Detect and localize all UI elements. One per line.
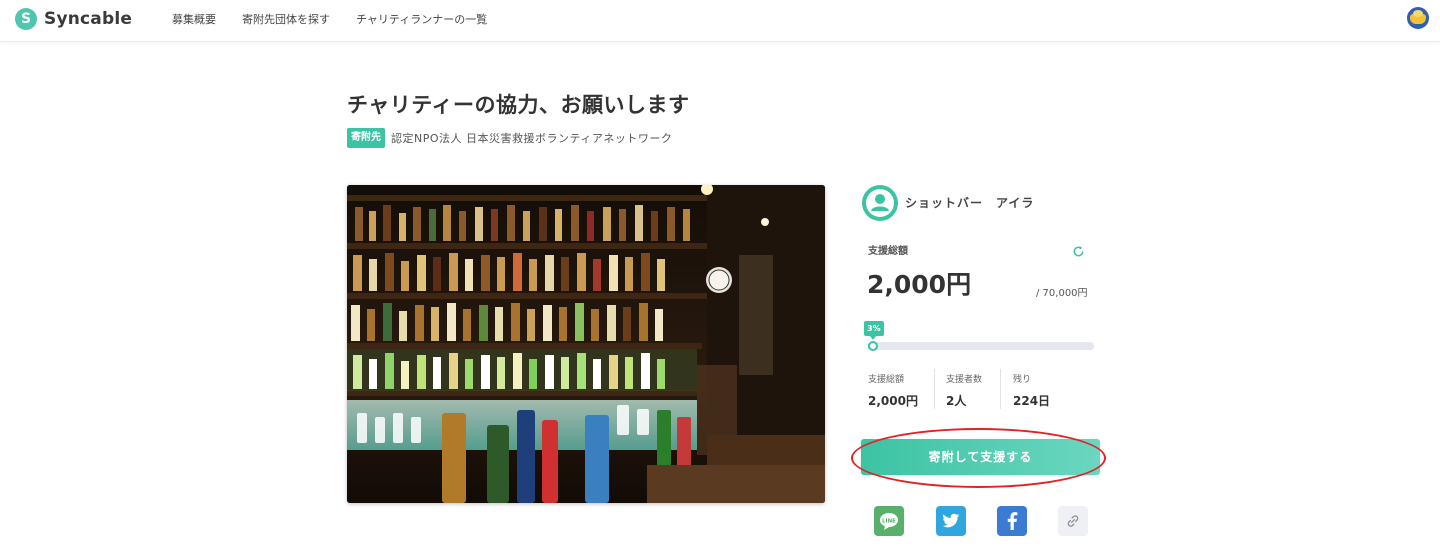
line-icon: LINE <box>880 513 898 530</box>
page-title: チャリティーの協力、お願いします <box>347 93 690 117</box>
stat-supporter-count: 支援者数 2人 <box>934 369 1000 409</box>
nav-item-find-organizations[interactable]: 寄附先団体を探す <box>242 11 330 27</box>
refresh-icon[interactable] <box>1072 245 1085 258</box>
stat-value: 2,000円 <box>868 394 918 408</box>
stat-days-remaining: 残り 224日 <box>1000 369 1080 409</box>
copy-link-button[interactable] <box>1058 506 1088 536</box>
stat-label: 支援総額 <box>868 375 905 385</box>
share-line-button[interactable]: LINE <box>874 506 904 536</box>
page: S Syncable 募集概要 寄附先団体を探す チャリティランナーの一覧 チャ… <box>0 0 1440 553</box>
donate-button[interactable]: 寄附して支援する <box>861 439 1100 475</box>
recipient-tag: 寄附先 <box>347 128 385 148</box>
line-icon-text: LINE <box>882 519 896 525</box>
header: S Syncable 募集概要 寄附先団体を探す チャリティランナーの一覧 <box>0 0 1440 42</box>
total-support-label: 支援総額 <box>868 246 908 257</box>
total-amount: 2,000円 <box>867 270 972 299</box>
runner-avatar[interactable] <box>862 185 898 221</box>
main-nav: 募集概要 寄附先団体を探す チャリティランナーの一覧 <box>172 11 487 27</box>
support-stats: 支援総額 2,000円 支援者数 2人 残り 224日 <box>868 369 1094 409</box>
user-avatar[interactable] <box>1407 7 1429 29</box>
logo-mark-icon: S <box>15 8 37 30</box>
facebook-icon <box>1007 512 1018 530</box>
stat-total-amount: 支援総額 2,000円 <box>868 369 934 409</box>
logo-text: Syncable <box>44 9 133 29</box>
stat-value: 2人 <box>946 394 967 408</box>
share-facebook-button[interactable] <box>997 506 1027 536</box>
recipient-organization-link[interactable]: 認定NPO法人 日本災害救援ボランティアネットワーク <box>391 130 672 146</box>
link-icon <box>1067 515 1079 527</box>
stat-label: 残り <box>1013 375 1032 385</box>
campaign-photo <box>347 185 825 503</box>
progress-bar <box>868 342 1094 350</box>
stat-value: 224日 <box>1013 394 1051 408</box>
share-twitter-button[interactable] <box>936 506 966 536</box>
progress-marker <box>868 341 878 351</box>
bar-photo-illustration <box>347 185 825 503</box>
goal-amount: / 70,000円 <box>1036 288 1088 299</box>
progress-percent-badge: 3% <box>864 321 884 340</box>
nav-item-runner-list[interactable]: チャリティランナーの一覧 <box>356 11 487 27</box>
twitter-icon <box>942 513 960 528</box>
stat-label: 支援者数 <box>946 375 983 385</box>
person-icon <box>866 189 894 217</box>
syncable-logo[interactable]: S Syncable <box>15 8 132 30</box>
avatar-face-shape <box>1413 10 1423 17</box>
runner-name[interactable]: ショットバー アイラ <box>905 194 1034 211</box>
nav-item-overview[interactable]: 募集概要 <box>172 11 216 27</box>
